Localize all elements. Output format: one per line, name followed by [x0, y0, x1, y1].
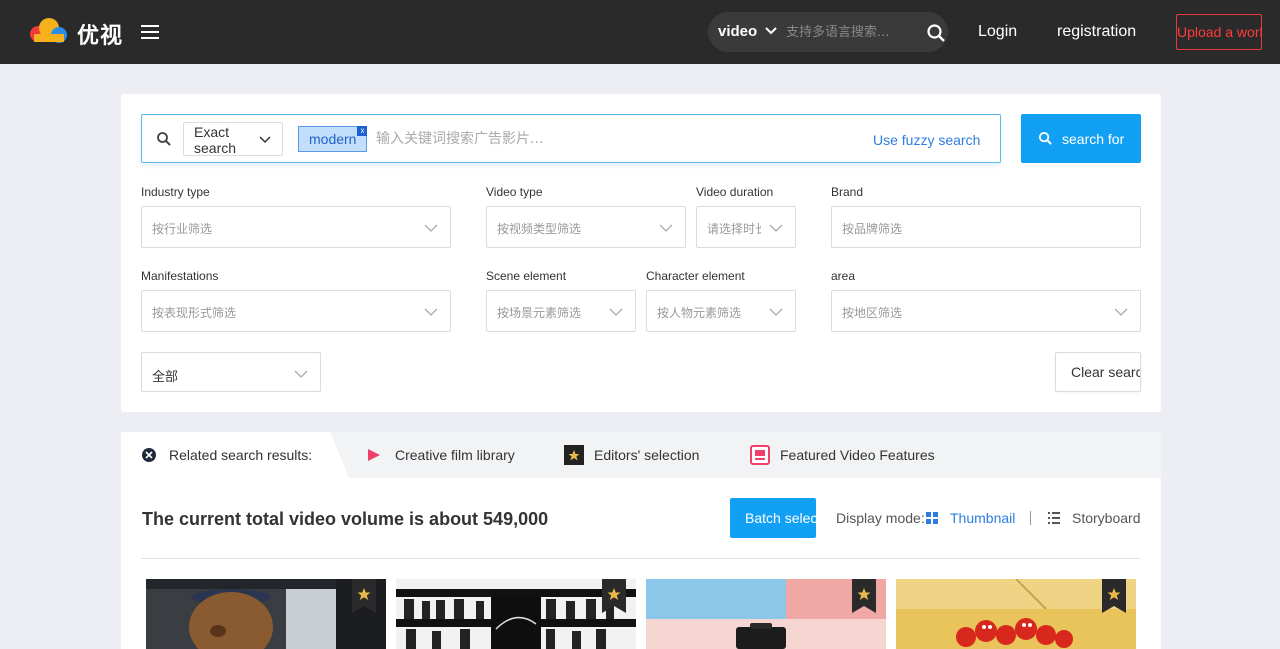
brand-input[interactable]: 按品牌筛选 — [831, 206, 1141, 248]
close-circle-icon[interactable] — [141, 447, 159, 465]
search-icon — [157, 132, 171, 146]
video-type-select[interactable]: 按视频类型筛选 — [486, 206, 686, 248]
search-scope-select[interactable]: video — [718, 23, 757, 40]
editor-badge-icon — [852, 579, 876, 613]
tab-label: Featured Video Features — [780, 447, 935, 463]
scene-element-select[interactable]: 按场景元素筛选 — [486, 290, 636, 332]
results-panel: Related search results: Creative film li… — [121, 432, 1161, 649]
feature-tv-icon — [750, 445, 770, 465]
editor-badge-icon — [602, 579, 626, 613]
tab-label: Related search results: — [169, 447, 313, 463]
top-search-input[interactable] — [786, 22, 906, 42]
video-thumbnail[interactable] — [396, 579, 636, 649]
chevron-down-icon — [609, 308, 623, 316]
tab-label: Creative film library — [395, 447, 515, 463]
area-select[interactable]: 按地区筛选 — [831, 290, 1141, 332]
all-filter-value: 全部 — [152, 370, 179, 385]
chevron-down-icon — [1114, 308, 1128, 316]
brand-placeholder: 按品牌筛选 — [842, 222, 903, 236]
video-duration-label: Video duration — [696, 185, 774, 199]
chevron-down-icon — [769, 308, 783, 316]
video-type-label: Video type — [486, 185, 543, 199]
video-duration-placeholder: 请选择时长 — [707, 222, 761, 236]
industry-type-select[interactable]: 按行业筛选 — [141, 206, 451, 248]
manifestations-label: Manifestations — [141, 269, 219, 283]
search-mode-select[interactable]: Exact search — [183, 122, 283, 156]
thumbnail-view-label: Thumbnail — [950, 510, 1016, 526]
area-placeholder: 按地区筛选 — [842, 306, 903, 320]
industry-type-placeholder: 按行业筛选 — [152, 222, 213, 236]
total-video-count: The current total video volume is about … — [142, 509, 549, 529]
brand-label: Brand — [831, 185, 864, 199]
top-navigation-bar: 优视 video Login registration Upload a wor… — [0, 0, 1280, 64]
chevron-down-icon — [424, 308, 438, 316]
registration-link[interactable]: registration — [1057, 23, 1136, 41]
remove-tag-icon[interactable]: x — [357, 126, 368, 136]
search-button-label: search for — [1062, 131, 1125, 147]
grid-icon — [926, 512, 938, 524]
video-duration-select[interactable]: 请选择时长 — [696, 206, 796, 248]
clear-search-button[interactable]: Clear search — [1055, 352, 1141, 392]
keyword-input[interactable] — [376, 129, 816, 149]
character-element-select[interactable]: 按人物元素筛选 — [646, 290, 796, 332]
video-type-placeholder: 按视频类型筛选 — [497, 222, 582, 236]
view-divider — [1030, 511, 1031, 525]
video-thumbnail[interactable] — [146, 579, 386, 649]
video-preview-image — [646, 579, 886, 649]
scene-element-placeholder: 按场景元素筛选 — [497, 306, 582, 320]
chevron-down-icon[interactable] — [764, 24, 778, 38]
video-preview-image — [896, 579, 1136, 649]
divider — [141, 558, 1140, 559]
batch-selection-button[interactable]: Batch selection — [730, 498, 816, 538]
result-tabs: Related search results: Creative film li… — [121, 432, 1161, 478]
editor-badge-icon — [1102, 579, 1126, 613]
keyword-search-box: Exact search modern x Use fuzzy search — [141, 114, 1001, 163]
list-icon — [1048, 512, 1060, 524]
chevron-down-icon — [294, 370, 308, 378]
storyboard-view-label: Storyboard — [1072, 510, 1141, 526]
tab-label: Editors' selection — [594, 447, 700, 463]
chevron-down-icon — [424, 224, 438, 232]
area-label: area — [831, 269, 856, 283]
industry-type-label: Industry type — [141, 185, 210, 199]
manifestations-select[interactable]: 按表现形式筛选 — [141, 290, 451, 332]
search-mode-value: Exact search — [194, 124, 237, 156]
character-element-placeholder: 按人物元素筛选 — [657, 306, 742, 320]
hamburger-menu-icon[interactable] — [141, 22, 161, 42]
scene-element-label: Scene element — [486, 269, 567, 283]
video-preview-image — [146, 579, 386, 649]
login-link[interactable]: Login — [978, 23, 1017, 41]
character-element-label: Character element — [646, 269, 745, 283]
top-search-bar: video — [708, 12, 948, 52]
editor-badge-icon — [564, 445, 584, 465]
upload-work-button[interactable]: Upload a work — [1176, 14, 1262, 50]
chevron-down-icon — [259, 136, 271, 144]
brand-logo-icon[interactable] — [28, 16, 70, 46]
video-thumbnail[interactable] — [646, 579, 886, 649]
search-icon — [1038, 131, 1052, 145]
all-filter-select[interactable]: 全部 — [141, 352, 321, 392]
keyword-tag-label: modern — [309, 131, 357, 147]
video-preview-image — [396, 579, 636, 649]
display-mode-label: Display mode: — [836, 510, 925, 526]
search-icon[interactable] — [926, 23, 946, 43]
fuzzy-search-link[interactable]: Use fuzzy search — [873, 132, 980, 148]
chevron-down-icon — [659, 224, 673, 232]
brand-name[interactable]: 优视 — [77, 18, 123, 50]
chevron-down-icon — [769, 224, 783, 232]
video-thumbnail[interactable] — [896, 579, 1136, 649]
play-triangle-icon — [368, 449, 380, 461]
search-filter-card: Exact search modern x Use fuzzy search s… — [121, 94, 1161, 412]
manifestations-placeholder: 按表现形式筛选 — [152, 306, 237, 320]
search-button[interactable]: search for — [1021, 114, 1141, 163]
keyword-tag[interactable]: modern x — [298, 126, 368, 152]
editor-badge-icon — [352, 579, 376, 613]
